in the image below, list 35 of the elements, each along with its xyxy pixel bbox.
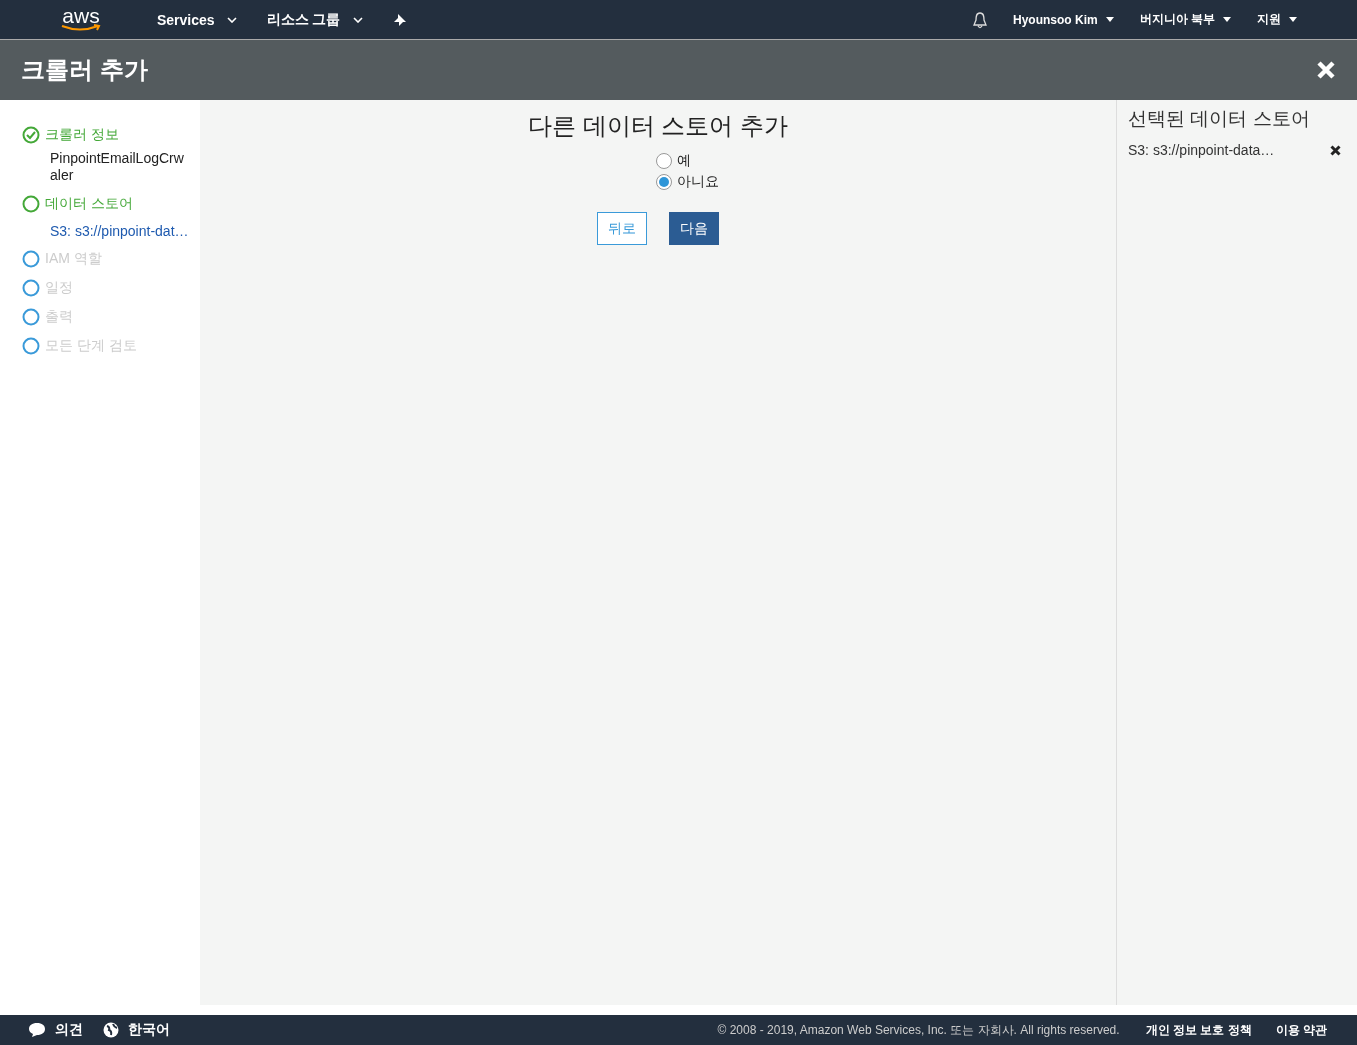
language-link[interactable]: 한국어 — [128, 1021, 170, 1039]
caret-icon — [352, 16, 363, 23]
nav-menu[interactable]: Services — [157, 11, 237, 28]
radio-label: 아니요 — [677, 173, 719, 191]
nav-menu[interactable]: 버지니아 북부 — [1139, 11, 1231, 28]
step-link[interactable]: S3: s3://pinpoint-dat… — [50, 223, 200, 239]
smile-icon — [60, 24, 102, 32]
nav-menu[interactable]: 지원 — [1257, 11, 1297, 28]
feedback-link[interactable]: 의견 — [55, 1021, 83, 1039]
radio-button[interactable] — [656, 153, 672, 169]
close-icon[interactable] — [1316, 60, 1336, 80]
caret-icon — [1105, 17, 1114, 22]
copyright-text: © 2008 - 2019, Amazon Web Services, Inc. 또는 자회사. All rights reserved. — [717, 1021, 1120, 1039]
aws-logo[interactable]: aws — [60, 7, 102, 32]
panel-title: 선택된 데이터 스토어 — [1128, 107, 1311, 131]
speech-bubble-icon[interactable] — [28, 1022, 46, 1038]
page-title: 크롤러 추가 — [21, 55, 148, 85]
bell-icon[interactable] — [971, 10, 989, 29]
radio-label: 예 — [677, 152, 691, 170]
nav-menu[interactable]: 리소스 그룹 — [266, 10, 363, 29]
nav-menu[interactable]: Hyounsoo Kim — [1013, 12, 1114, 27]
pin-icon[interactable] — [392, 12, 407, 27]
data-store-path: S3: s3://pinpoint-data… — [1128, 142, 1275, 158]
globe-icon[interactable] — [103, 1022, 119, 1038]
logo-text: aws — [62, 7, 100, 25]
radio-button[interactable] — [656, 174, 672, 190]
section-title: 다른 데이터 스토어 추가 — [528, 111, 788, 141]
remove-icon[interactable] — [1330, 144, 1341, 156]
next-button[interactable]: 다음 — [669, 212, 719, 245]
step-detail: PinpointEmailLogCrwaler — [50, 150, 185, 184]
caret-icon — [1223, 17, 1231, 22]
caret-icon — [226, 16, 237, 23]
footer-link[interactable]: 이용 약관 — [1275, 1021, 1327, 1039]
caret-icon — [1289, 17, 1297, 22]
footer-link[interactable]: 개인 정보 보호 정책 — [1145, 1021, 1252, 1039]
